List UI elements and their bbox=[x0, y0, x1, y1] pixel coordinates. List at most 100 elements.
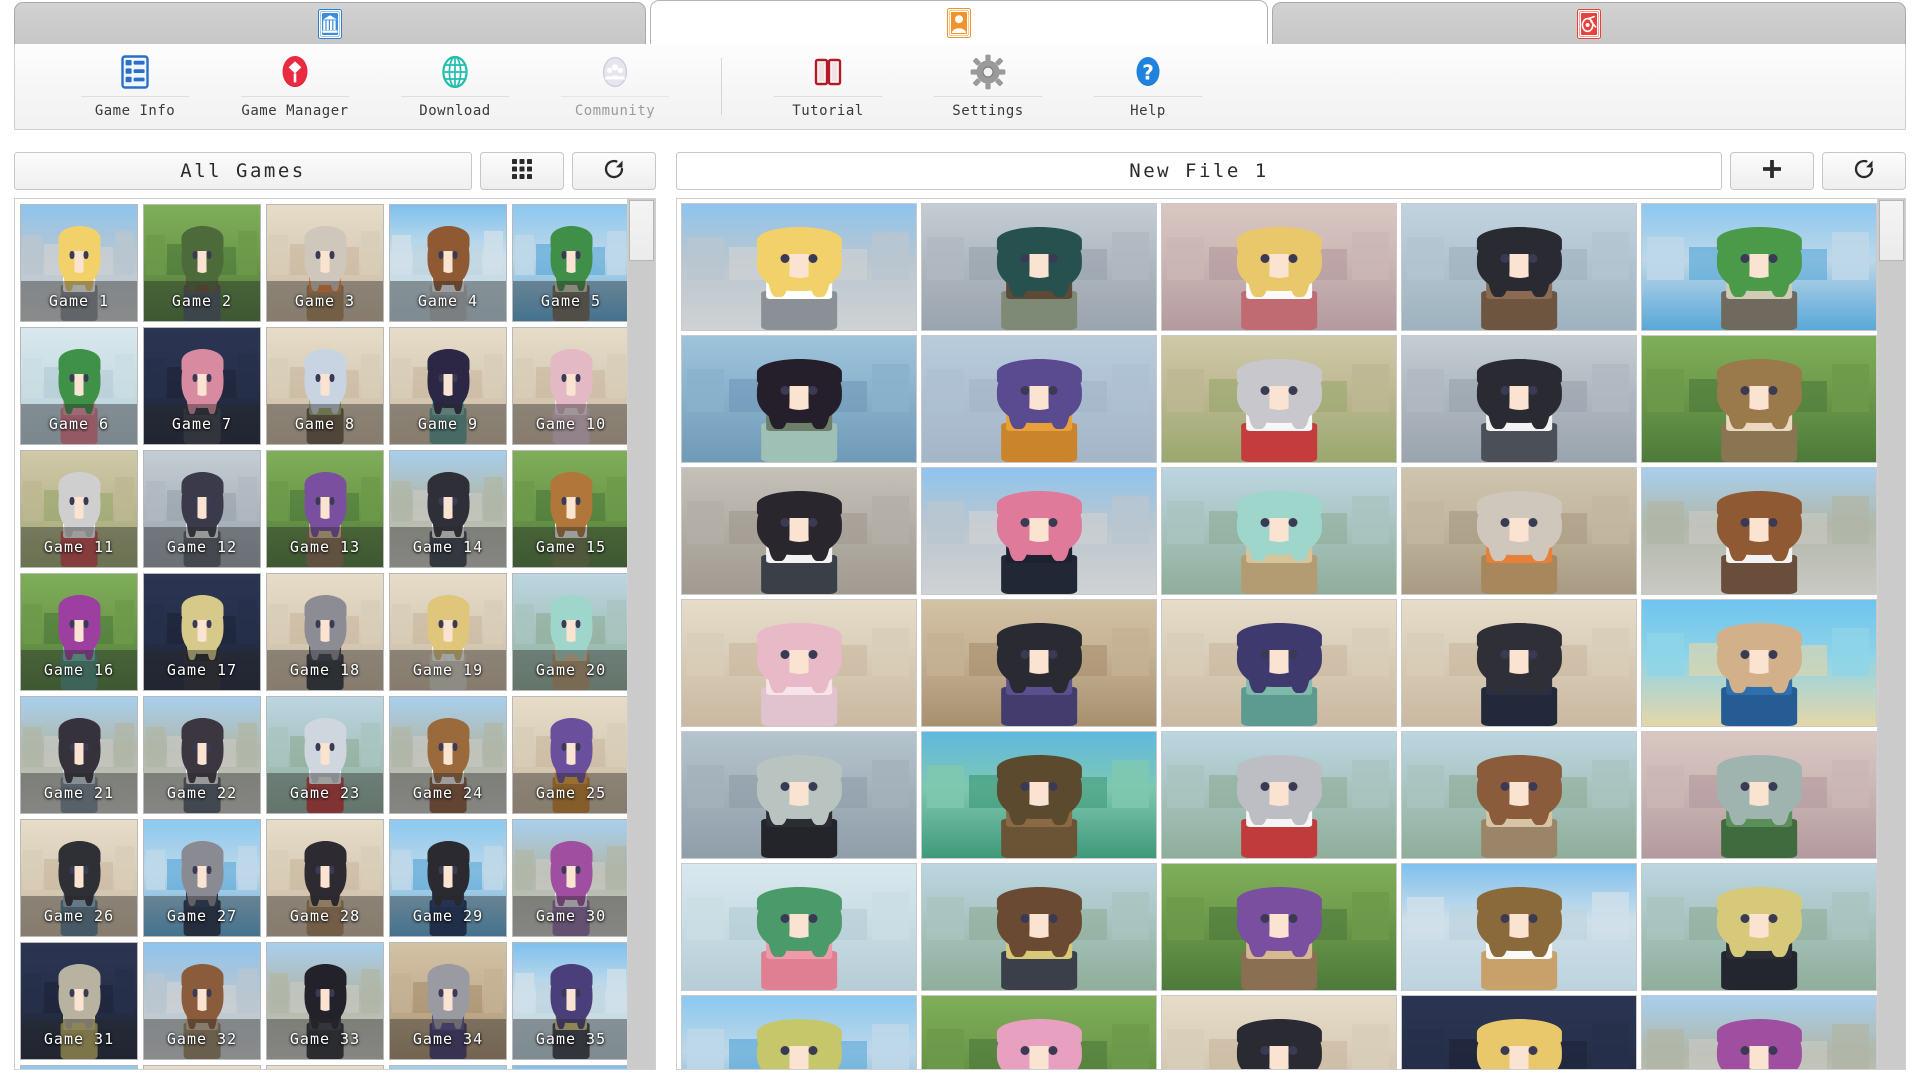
cg-tile[interactable] bbox=[1641, 467, 1877, 595]
game-tile[interactable]: Game 36 bbox=[20, 1065, 138, 1069]
tab-tool[interactable] bbox=[1272, 2, 1906, 44]
game-tile[interactable]: Game 15 bbox=[512, 450, 627, 568]
cg-tile[interactable] bbox=[1161, 203, 1397, 331]
game-tile[interactable]: Game 6 bbox=[20, 327, 138, 445]
cg-tile[interactable] bbox=[681, 203, 917, 331]
cg-tile[interactable] bbox=[921, 995, 1157, 1069]
game-tile[interactable]: Game 38 bbox=[266, 1065, 384, 1069]
file-name-field[interactable]: New File 1 bbox=[676, 152, 1722, 190]
all-games-filter[interactable]: All Games bbox=[14, 152, 472, 190]
toolbar-item-game-info[interactable]: Game Info bbox=[55, 44, 215, 129]
toolbar-item-tutorial[interactable]: Tutorial bbox=[748, 44, 908, 129]
cg-tile[interactable] bbox=[1161, 731, 1397, 859]
cg-tile[interactable] bbox=[1401, 863, 1637, 991]
cg-tile[interactable] bbox=[1641, 731, 1877, 859]
cg-tile[interactable] bbox=[1401, 599, 1637, 727]
game-tile[interactable]: Game 11 bbox=[20, 450, 138, 568]
game-tile[interactable]: Game 14 bbox=[389, 450, 507, 568]
cg-tile[interactable] bbox=[1161, 599, 1397, 727]
game-tile[interactable]: Game 2 bbox=[143, 204, 261, 322]
toolbar-item-settings[interactable]: Settings bbox=[908, 44, 1068, 129]
game-tile[interactable]: Game 28 bbox=[266, 819, 384, 937]
grid-view-button[interactable] bbox=[480, 152, 564, 190]
cg-grid bbox=[677, 199, 1877, 1069]
cg-tile[interactable] bbox=[1641, 203, 1877, 331]
cg-refresh-button[interactable] bbox=[1822, 152, 1906, 190]
games-refresh-button[interactable] bbox=[572, 152, 656, 190]
toolbar-item-community[interactable]: Community bbox=[535, 44, 695, 129]
cg-scrollbar-thumb[interactable] bbox=[1879, 200, 1904, 261]
game-tile[interactable]: Game 12 bbox=[143, 450, 261, 568]
game-tile[interactable]: Game 24 bbox=[389, 696, 507, 814]
cg-tile[interactable] bbox=[921, 599, 1157, 727]
game-tile[interactable]: Game 30 bbox=[512, 819, 627, 937]
game-tile[interactable]: Game 16 bbox=[20, 573, 138, 691]
cg-tile[interactable] bbox=[1641, 599, 1877, 727]
game-tile[interactable]: Game 17 bbox=[143, 573, 261, 691]
game-tile[interactable]: Game 34 bbox=[389, 942, 507, 1060]
cg-tile[interactable] bbox=[1641, 863, 1877, 991]
game-tile[interactable]: Game 20 bbox=[512, 573, 627, 691]
toolbar-item-download[interactable]: Download bbox=[375, 44, 535, 129]
cg-tile[interactable] bbox=[921, 335, 1157, 463]
cg-tile[interactable] bbox=[921, 863, 1157, 991]
cg-tile[interactable] bbox=[1641, 335, 1877, 463]
cg-grid-scrollarea[interactable] bbox=[677, 199, 1877, 1069]
game-tile[interactable]: Game 39 bbox=[389, 1065, 507, 1069]
cg-tile[interactable] bbox=[1161, 863, 1397, 991]
cg-tile[interactable] bbox=[1641, 995, 1877, 1069]
game-tile[interactable]: Game 21 bbox=[20, 696, 138, 814]
cg-tile[interactable] bbox=[681, 863, 917, 991]
games-grid-container: Game 1 Game 2 bbox=[14, 198, 656, 1070]
cg-tile[interactable] bbox=[921, 467, 1157, 595]
cg-tile[interactable] bbox=[681, 731, 917, 859]
add-file-button[interactable] bbox=[1730, 152, 1814, 190]
game-tile[interactable]: Game 1 bbox=[20, 204, 138, 322]
cg-tile[interactable] bbox=[681, 467, 917, 595]
cg-tile[interactable] bbox=[1401, 203, 1637, 331]
game-tile[interactable]: Game 31 bbox=[20, 942, 138, 1060]
game-tile[interactable]: Game 13 bbox=[266, 450, 384, 568]
games-grid-scrollarea[interactable]: Game 1 Game 2 bbox=[15, 199, 627, 1069]
game-tile[interactable]: Game 8 bbox=[266, 327, 384, 445]
game-caption: Game 33 bbox=[267, 1019, 383, 1059]
cg-tile[interactable] bbox=[1401, 467, 1637, 595]
game-tile[interactable]: Game 32 bbox=[143, 942, 261, 1060]
game-tile[interactable]: Game 7 bbox=[143, 327, 261, 445]
tab-bank[interactable] bbox=[14, 2, 646, 44]
toolbar-item-game-manager[interactable]: Game Manager bbox=[215, 44, 375, 129]
game-tile[interactable]: Game 27 bbox=[143, 819, 261, 937]
game-tile[interactable]: Game 9 bbox=[389, 327, 507, 445]
game-tile[interactable]: Game 37 bbox=[143, 1065, 261, 1069]
cg-tile[interactable] bbox=[1401, 731, 1637, 859]
cg-tile[interactable] bbox=[1401, 335, 1637, 463]
cg-tile[interactable] bbox=[1161, 995, 1397, 1069]
cg-tile[interactable] bbox=[681, 335, 917, 463]
game-tile[interactable]: Game 26 bbox=[20, 819, 138, 937]
cg-tile[interactable] bbox=[1161, 467, 1397, 595]
games-scrollbar-thumb[interactable] bbox=[629, 200, 654, 261]
game-tile[interactable]: Game 40 bbox=[512, 1065, 627, 1069]
game-tile[interactable]: Game 22 bbox=[143, 696, 261, 814]
game-tile[interactable]: Game 25 bbox=[512, 696, 627, 814]
game-tile[interactable]: Game 10 bbox=[512, 327, 627, 445]
game-tile[interactable]: Game 29 bbox=[389, 819, 507, 937]
cg-tile[interactable] bbox=[681, 995, 917, 1069]
game-tile[interactable]: Game 23 bbox=[266, 696, 384, 814]
game-tile[interactable]: Game 4 bbox=[389, 204, 507, 322]
game-tile[interactable]: Game 19 bbox=[389, 573, 507, 691]
cg-tile[interactable] bbox=[921, 731, 1157, 859]
cg-tile[interactable] bbox=[1401, 995, 1637, 1069]
game-tile[interactable]: Game 33 bbox=[266, 942, 384, 1060]
cg-tile[interactable] bbox=[1161, 335, 1397, 463]
toolbar-item-help[interactable]: ? Help bbox=[1068, 44, 1228, 129]
games-scrollbar[interactable] bbox=[627, 199, 655, 1069]
game-tile[interactable]: Game 3 bbox=[266, 204, 384, 322]
cg-scrollbar[interactable] bbox=[1877, 199, 1905, 1069]
game-tile[interactable]: Game 18 bbox=[266, 573, 384, 691]
cg-tile[interactable] bbox=[681, 599, 917, 727]
tab-profile[interactable] bbox=[650, 0, 1268, 44]
game-tile[interactable]: Game 5 bbox=[512, 204, 627, 322]
game-tile[interactable]: Game 35 bbox=[512, 942, 627, 1060]
cg-tile[interactable] bbox=[921, 203, 1157, 331]
